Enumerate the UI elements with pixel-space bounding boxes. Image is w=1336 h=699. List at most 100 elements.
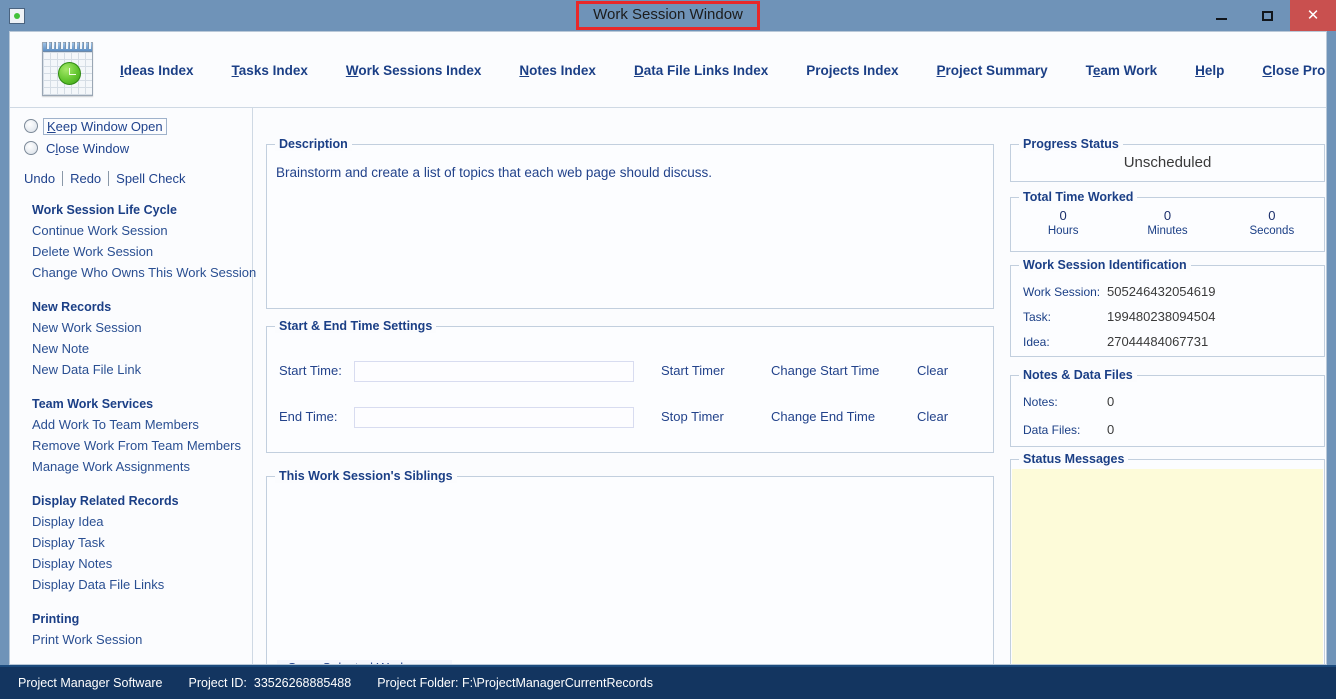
radio-close-window[interactable]: Close Window — [24, 137, 252, 159]
notes-count-value: 0 — [1107, 394, 1115, 409]
sidebar-item-display-notes[interactable]: Display Notes — [32, 553, 252, 574]
calendar-rings — [46, 42, 91, 49]
work-session-identification-panel: Work Session Identification Work Session… — [1010, 258, 1325, 357]
sidebar-item-display-idea[interactable]: Display Idea — [32, 511, 252, 532]
start-timer-button[interactable]: Start Timer — [661, 363, 725, 378]
total-time-worked-panel: Total Time Worked 0 Hours 0 Minutes 0 Se… — [1010, 190, 1325, 252]
status-bar-project-id-label: Project ID: — [188, 676, 247, 690]
minimize-icon — [1215, 18, 1227, 20]
minutes-label: Minutes — [1147, 225, 1188, 237]
seconds-value: 0 — [1268, 208, 1276, 223]
description-text[interactable]: Brainstorm and create a list of topics t… — [276, 165, 712, 180]
divider — [62, 171, 64, 186]
sidebar-item-print-work-session[interactable]: Print Work Session — [32, 629, 252, 650]
hours-cell: 0 Hours — [1011, 207, 1115, 239]
siblings-panel: This Work Session's Siblings Open Select… — [266, 469, 994, 664]
status-messages-area[interactable] — [1012, 469, 1323, 664]
sidebar-item-new-data-file-link[interactable]: New Data File Link — [32, 359, 252, 380]
change-end-time-button[interactable]: Change End Time — [771, 409, 875, 424]
total-time-worked-values: 0 Hours 0 Minutes 0 Seconds — [1011, 207, 1324, 239]
start-time-label: Start Time: — [279, 363, 342, 378]
work-session-id-value: 505246432054619 — [1107, 284, 1216, 299]
redo-action[interactable]: Redo — [70, 171, 101, 186]
calendar-clock-logo-icon — [42, 42, 93, 96]
sidebar-heading: Team Work Services — [32, 397, 154, 411]
calendar-clock-icon — [9, 7, 25, 24]
menu-item-close-program[interactable]: Close Program — [1262, 63, 1326, 78]
start-time-input[interactable] — [354, 361, 634, 382]
data-files-count-label: Data Files: — [1023, 423, 1081, 437]
clear-start-time-button[interactable]: Clear — [917, 363, 948, 378]
sidebar-item-remove-work-from-team-members[interactable]: Remove Work From Team Members — [32, 435, 252, 456]
sidebar-item-manage-work-assignments[interactable]: Manage Work Assignments — [32, 456, 252, 477]
idea-id-row: Idea: 27044484067731 — [1011, 334, 1324, 357]
sidebar-item-new-note[interactable]: New Note — [32, 338, 252, 359]
menu-item-help[interactable]: Help — [1195, 63, 1224, 78]
change-start-time-button[interactable]: Change Start Time — [771, 363, 879, 378]
clear-end-time-button[interactable]: Clear — [917, 409, 948, 424]
sidebar: Keep Window Open Close Window Undo Redo … — [10, 108, 256, 664]
hours-value: 0 — [1059, 208, 1067, 223]
spell-check-action[interactable]: Spell Check — [116, 171, 185, 186]
maximize-button[interactable] — [1244, 0, 1290, 31]
sidebar-item-add-work-to-team-members[interactable]: Add Work To Team Members — [32, 414, 252, 435]
client-area: Ideas Index Tasks Index Work Sessions In… — [9, 31, 1327, 665]
task-id-value: 199480238094504 — [1107, 309, 1216, 324]
notes-count-label: Notes: — [1023, 395, 1058, 409]
end-time-row: End Time: Stop Timer Change End Time Cle… — [267, 407, 993, 429]
close-button[interactable]: ✕ — [1290, 0, 1336, 31]
sidebar-group-display-related-records: Display Related Records Display Idea Dis… — [10, 494, 252, 595]
sidebar-group-new-records: New Records New Work Session New Note Ne… — [10, 300, 252, 380]
divider — [108, 171, 110, 186]
sidebar-group-team-work-services: Team Work Services Add Work To Team Memb… — [10, 397, 252, 477]
app-logo — [42, 42, 93, 96]
sidebar-item-delete-work-session[interactable]: Delete Work Session — [32, 241, 252, 262]
menu-item-work-sessions-index[interactable]: Work Sessions Index — [346, 63, 482, 78]
minimize-button[interactable] — [1198, 0, 1244, 31]
menu-bar: Ideas Index Tasks Index Work Sessions In… — [10, 32, 1326, 108]
menu-item-ideas-index[interactable]: Ideas Index — [120, 63, 194, 78]
hours-label: Hours — [1047, 225, 1079, 237]
progress-status-panel: Progress Status Unscheduled — [1010, 137, 1325, 182]
undo-action[interactable]: Undo — [24, 171, 55, 186]
status-bar-app-name: Project Manager Software — [18, 676, 163, 690]
radio-keep-window-open[interactable]: Keep Window Open — [24, 115, 252, 137]
radio-keep-window-open-label: Keep Window Open — [43, 117, 167, 135]
notes-and-data-files-legend: Notes & Data Files — [1019, 368, 1137, 382]
progress-status-value: Unscheduled — [1123, 154, 1212, 171]
status-messages-legend: Status Messages — [1019, 452, 1129, 466]
time-settings-panel: Start & End Time Settings Start Time: St… — [266, 319, 994, 453]
sidebar-group-printing: Printing Print Work Session — [10, 612, 252, 650]
sidebar-heading: Display Related Records — [32, 494, 179, 508]
stop-timer-button[interactable]: Stop Timer — [661, 409, 724, 424]
end-time-input[interactable] — [354, 407, 634, 428]
menu-item-project-summary[interactable]: Project Summary — [937, 63, 1048, 78]
menu-item-team-work[interactable]: Team Work — [1086, 63, 1158, 78]
sidebar-item-continue-work-session[interactable]: Continue Work Session — [32, 220, 252, 241]
sidebar-item-display-task[interactable]: Display Task — [32, 532, 252, 553]
description-legend: Description — [275, 137, 352, 151]
sidebar-heading: Printing — [32, 612, 80, 626]
sidebar-heading: Work Session Life Cycle — [32, 203, 177, 217]
clock-icon — [58, 62, 81, 85]
minutes-value: 0 — [1163, 208, 1172, 223]
menu-item-data-file-links-index[interactable]: Data File Links Index — [634, 63, 768, 78]
menu-item-projects-index[interactable]: Projects Index — [806, 63, 898, 78]
maximize-icon — [1261, 10, 1273, 21]
sidebar-item-new-work-session[interactable]: New Work Session — [32, 317, 252, 338]
description-panel: Description Brainstorm and create a list… — [266, 137, 994, 309]
sidebar-item-change-owner[interactable]: Change Who Owns This Work Session — [32, 262, 256, 283]
siblings-legend: This Work Session's Siblings — [275, 469, 457, 483]
radio-icon — [24, 119, 38, 133]
sidebar-group-work-session-life-cycle: Work Session Life Cycle Continue Work Se… — [10, 203, 256, 283]
work-session-identification-legend: Work Session Identification — [1019, 258, 1191, 272]
time-settings-legend: Start & End Time Settings — [275, 319, 437, 333]
status-messages-panel: Status Messages — [1010, 452, 1325, 664]
menu-item-notes-index[interactable]: Notes Index — [519, 63, 596, 78]
title-bar: Work Session Window ✕ — [0, 0, 1336, 31]
sidebar-item-display-data-file-links[interactable]: Display Data File Links — [32, 574, 252, 595]
menu-item-tasks-index[interactable]: Tasks Index — [232, 63, 308, 78]
status-bar-project-folder: Project Folder: F:\ProjectManagerCurrent… — [377, 676, 654, 690]
notes-and-data-files-panel: Notes & Data Files Notes: 0 Data Files: … — [1010, 368, 1325, 447]
edit-actions: Undo Redo Spell Check — [24, 171, 252, 186]
